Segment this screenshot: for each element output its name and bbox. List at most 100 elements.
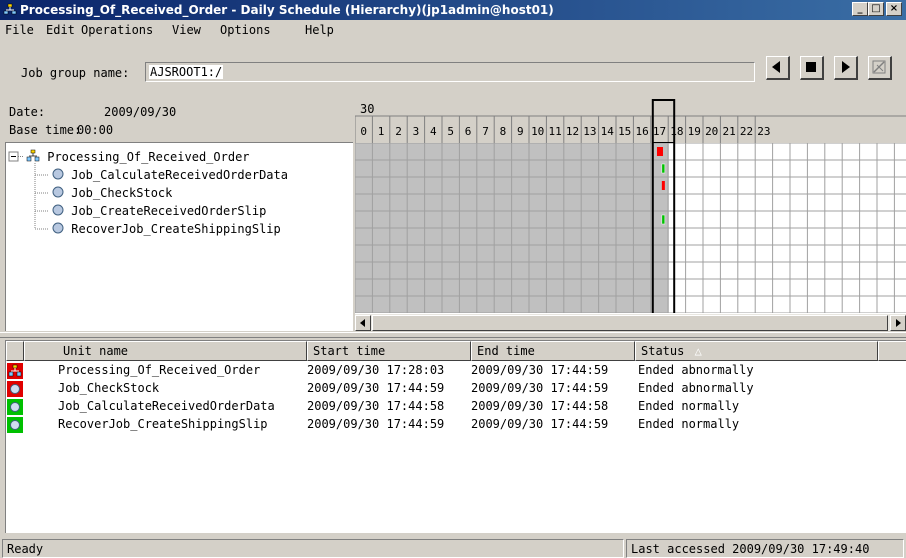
schedule-gantt[interactable]: 30 0 1 2 3 4 5 6 7 8 9 10 11 12 13 14 15 16 17 18 19 20 21 22 23 bbox=[355, 99, 906, 332]
hour-label: 9 bbox=[517, 125, 524, 138]
job-group-value: AJSROOT1:/ bbox=[149, 65, 224, 79]
next-icon bbox=[842, 61, 850, 73]
stop-button[interactable] bbox=[800, 56, 824, 80]
tree-node-recovery-job[interactable]: RecoverJob_CreateShippingSlip bbox=[52, 220, 281, 238]
hour-label: 14 bbox=[601, 125, 615, 138]
maximize-button[interactable]: □ bbox=[868, 2, 884, 16]
hour-label: 21 bbox=[722, 125, 735, 138]
tree-node-root[interactable]: Processing_Of_Received_Order bbox=[26, 148, 250, 166]
unit-list[interactable]: Unit name Start time End time Status △ P… bbox=[5, 340, 906, 533]
stop-icon bbox=[806, 62, 816, 72]
hour-label: 5 bbox=[447, 125, 454, 138]
unit-tree[interactable]: Processing_Of_Received_Order Job_Calcula… bbox=[5, 143, 353, 331]
hour-label: 6 bbox=[465, 125, 472, 138]
start-time-cell: 2009/09/30 17:44:58 bbox=[307, 399, 445, 413]
column-start-time[interactable]: Start time bbox=[307, 341, 471, 361]
menu-view[interactable]: View bbox=[172, 23, 201, 37]
tree-label: Job_CheckStock bbox=[71, 186, 173, 200]
previous-button[interactable] bbox=[766, 56, 790, 80]
close-button[interactable]: × bbox=[886, 2, 902, 16]
scroll-thumb[interactable] bbox=[372, 315, 888, 331]
column-label: Status bbox=[641, 344, 685, 358]
tree-label: Job_CreateReceivedOrderSlip bbox=[71, 204, 267, 218]
hour-label: 20 bbox=[705, 125, 718, 138]
unit-name-cell: Job_CheckStock bbox=[58, 381, 160, 395]
next-button[interactable] bbox=[834, 56, 858, 80]
toolbar: Job group name: AJSROOT1:/ bbox=[0, 40, 906, 98]
status-message: Ready bbox=[2, 539, 624, 558]
filter-button[interactable] bbox=[868, 56, 892, 80]
base-time-value: 00:00 bbox=[77, 123, 114, 137]
column-end-time[interactable]: End time bbox=[471, 341, 635, 361]
scroll-right-button[interactable] bbox=[890, 315, 906, 331]
tree-label: Job_CalculateReceivedOrderData bbox=[71, 168, 288, 182]
scroll-left-button[interactable] bbox=[355, 315, 371, 331]
icon-column-header[interactable] bbox=[6, 341, 24, 361]
title-bar[interactable]: Processing_Of_Received_Order - Daily Sch… bbox=[0, 0, 906, 20]
job-icon bbox=[52, 186, 64, 198]
hour-label: 22 bbox=[740, 125, 753, 138]
hour-label: 17 bbox=[653, 125, 666, 138]
jobnet-icon bbox=[7, 363, 23, 379]
hour-label: 2 bbox=[395, 125, 402, 138]
sort-ascending-icon: △ bbox=[694, 344, 702, 358]
column-label: Start time bbox=[313, 344, 386, 358]
schedule-bar-abnormal[interactable] bbox=[661, 181, 665, 190]
table-row[interactable]: Job_CalculateReceivedOrderData 2009/09/3… bbox=[6, 398, 886, 416]
schedule-bar-normal[interactable] bbox=[661, 163, 666, 174]
last-accessed-text: Last accessed 2009/09/30 17:49:40 bbox=[626, 539, 904, 558]
date-label: Date: bbox=[9, 105, 46, 119]
schedule-bar-abnormal[interactable] bbox=[656, 147, 663, 156]
table-row[interactable]: Processing_Of_Received_Order 2009/09/30 … bbox=[6, 362, 886, 380]
menu-edit[interactable]: Edit bbox=[46, 23, 75, 37]
tree-label: Processing_Of_Received_Order bbox=[47, 150, 250, 164]
date-value: 2009/09/30 bbox=[104, 105, 177, 119]
minimize-button[interactable]: _ bbox=[852, 2, 868, 16]
job-group-label: Job group name: bbox=[21, 66, 130, 80]
column-label: End time bbox=[477, 344, 535, 358]
column-status[interactable]: Status △ bbox=[635, 341, 878, 361]
unit-name-cell: RecoverJob_CreateShippingSlip bbox=[58, 417, 268, 431]
menu-file[interactable]: File bbox=[5, 23, 34, 37]
tree-node-job[interactable]: Job_CheckStock bbox=[52, 184, 172, 202]
end-time-cell: 2009/09/30 17:44:58 bbox=[471, 399, 609, 413]
menu-help[interactable]: Help bbox=[305, 23, 334, 37]
table-row[interactable]: RecoverJob_CreateShippingSlip 2009/09/30… bbox=[6, 416, 886, 434]
schedule-bar-normal[interactable] bbox=[661, 214, 666, 225]
horizontal-scrollbar[interactable] bbox=[355, 313, 906, 331]
start-time-cell: 2009/09/30 17:44:59 bbox=[307, 381, 445, 395]
jobnet-icon bbox=[26, 149, 40, 162]
job-normal-icon bbox=[7, 417, 23, 433]
tree-node-job[interactable]: Job_CreateReceivedOrderSlip bbox=[52, 202, 266, 220]
hour-label: 11 bbox=[548, 125, 561, 138]
status-cell: Ended normally bbox=[638, 417, 740, 431]
menu-options[interactable]: Options bbox=[220, 23, 271, 37]
hour-label: 16 bbox=[635, 125, 648, 138]
column-label: Unit name bbox=[63, 344, 129, 358]
hour-label: 1 bbox=[378, 125, 385, 138]
jobnet-app-icon bbox=[3, 3, 17, 15]
filler-column-header bbox=[878, 341, 906, 361]
tree-label: RecoverJob_CreateShippingSlip bbox=[71, 222, 281, 236]
hour-label: 12 bbox=[566, 125, 579, 138]
job-group-field[interactable]: AJSROOT1:/ bbox=[145, 62, 755, 82]
day-label: 30 bbox=[360, 102, 374, 116]
hour-label: 13 bbox=[583, 125, 596, 138]
menu-bar: File Edit Operations View Options Help bbox=[0, 20, 906, 40]
table-row[interactable]: Job_CheckStock 2009/09/30 17:44:59 2009/… bbox=[6, 380, 886, 398]
pane-splitter[interactable] bbox=[0, 332, 906, 338]
hour-label: 0 bbox=[360, 125, 367, 138]
unit-name-cell: Job_CalculateReceivedOrderData bbox=[58, 399, 275, 413]
menu-operations[interactable]: Operations bbox=[81, 23, 153, 37]
window-title: Processing_Of_Received_Order - Daily Sch… bbox=[20, 3, 554, 17]
filter-icon bbox=[872, 60, 886, 74]
column-unit-name[interactable]: Unit name bbox=[24, 341, 307, 361]
tree-node-job[interactable]: Job_CalculateReceivedOrderData bbox=[52, 166, 288, 184]
scroll-left-icon bbox=[360, 319, 365, 327]
job-icon bbox=[52, 204, 64, 216]
status-cell: Ended abnormally bbox=[638, 381, 754, 395]
job-normal-icon bbox=[7, 399, 23, 415]
schedule-grid[interactable] bbox=[355, 143, 906, 313]
job-icon bbox=[52, 222, 64, 234]
hour-label: 19 bbox=[688, 125, 701, 138]
